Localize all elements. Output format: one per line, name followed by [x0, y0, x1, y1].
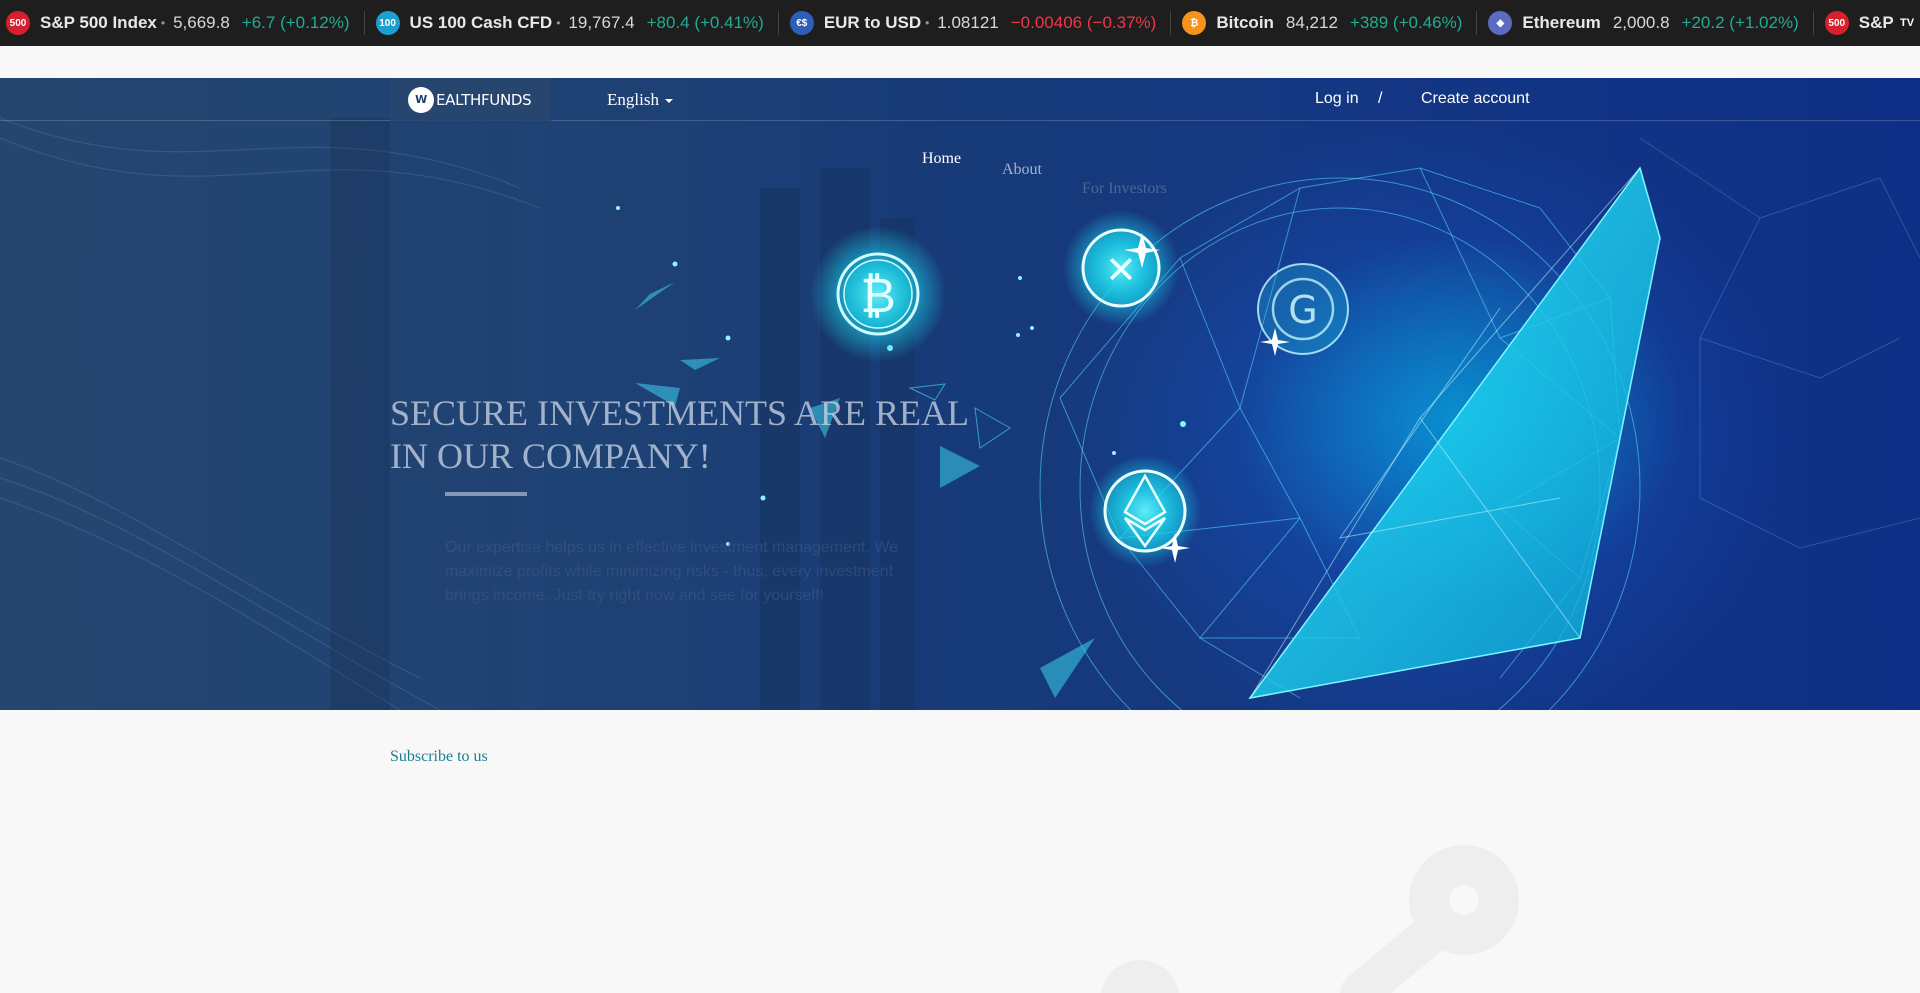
ethereum-coin-icon: [1089, 455, 1201, 567]
hero-headline-line1: SECURE INVESTMENTS ARE REAL: [390, 393, 970, 433]
ticker-symbol-icon: ₿: [1182, 11, 1207, 35]
ticker-change: +389 (+0.46%): [1349, 13, 1463, 32]
menu-item-home[interactable]: Home: [922, 150, 961, 168]
ticker-symbol-icon: 500: [1824, 11, 1849, 35]
language-label: English: [607, 90, 659, 109]
ticker-dot: •: [160, 16, 166, 30]
ticker-name: US 100 Cash CFD: [409, 13, 553, 32]
hero-headline: SECURE INVESTMENTS ARE REAL IN OUR COMPA…: [390, 392, 1010, 478]
ticker-symbol-icon: €$: [789, 11, 814, 35]
ripple-coin-icon: ✕: [1063, 210, 1179, 326]
ticker-dot: •: [925, 16, 930, 30]
language-dropdown[interactable]: English: [607, 90, 673, 110]
market-ticker-bar: 500 S&P 500 Index • 5,669.8 +6.7 (+0.12%) 100…: [0, 0, 1920, 46]
ticker-name: Ethereum: [1522, 13, 1601, 32]
auth-separator: /: [1378, 90, 1383, 107]
caret-down-icon: [664, 99, 673, 103]
ticker-change: +20.2 (+1.02%): [1681, 13, 1799, 32]
ticker-change: −0.00406 (−0.37%): [1010, 13, 1157, 32]
menu-item-about[interactable]: About: [1002, 161, 1042, 179]
login-link[interactable]: Log in: [1315, 90, 1359, 108]
top-navbar: W EALTHFUNDS English Log in / Create acc…: [0, 78, 1920, 121]
bitcoin-coin-icon: ₿: [810, 226, 946, 362]
ticker-dot: •: [556, 16, 561, 30]
svg-text:✕: ✕: [1105, 248, 1137, 292]
ticker-item[interactable]: 500 S&P 500 Index • 5,669.8 +6.7 (+0.12%): [0, 0, 370, 46]
ticker-price: 2,000.8: [1612, 13, 1670, 32]
hero-description: Our expertise helps us in effective inve…: [445, 539, 898, 604]
wealthfunds-logo-icon: W: [408, 86, 434, 113]
ticker-name: EUR to USD: [823, 13, 922, 32]
subscribe-link[interactable]: Subscribe to us: [390, 748, 488, 766]
ticker-item[interactable]: ₿ Bitcoin 84,212 +389 (+0.46%): [1170, 0, 1482, 46]
headline-underline: [445, 492, 527, 496]
svg-text:G: G: [1288, 288, 1317, 332]
menu-item-for-investors[interactable]: For Investors: [1082, 180, 1167, 198]
ticker-symbol-icon: ◆: [1488, 11, 1513, 35]
ticker-name: Bitcoin: [1216, 13, 1274, 32]
ticker-price: 84,212: [1285, 13, 1338, 32]
ticker-symbol-icon: 500: [6, 11, 30, 35]
ticker-item[interactable]: €$ EUR to USD • 1.08121 −0.00406 (−0.37%): [777, 0, 1177, 46]
hero-banner: ₿ ✕ G W EALTHFUNDS English Log in / Crea…: [0, 78, 1920, 710]
ticker-price: 19,767.4: [568, 13, 635, 32]
brand-name: EALTHFUNDS: [436, 90, 532, 109]
ticker-change: +80.4 (+0.41%): [646, 13, 764, 32]
ticker-change: +6.7 (+0.12%): [241, 13, 350, 32]
ticker-symbol-icon: 100: [375, 11, 400, 35]
ticker-name: S&P 500 Index: [40, 13, 157, 32]
decorative-search-icon: [1100, 845, 1519, 993]
ticker-price: 1.08121: [937, 13, 999, 32]
ticker-price: 5,669.8: [173, 13, 230, 32]
ticker-item[interactable]: 100 US 100 Cash CFD • 19,767.4 +80.4 (+0.41%…: [363, 0, 784, 46]
tradingview-badge-icon[interactable]: TV: [1894, 11, 1920, 35]
ticker-item[interactable]: ◆ Ethereum 2,000.8 +20.2 (+1.02%): [1476, 0, 1818, 46]
create-account-link[interactable]: Create account: [1421, 90, 1530, 108]
hero-headline-line2: IN OUR COMPANY!: [390, 436, 711, 476]
svg-text:₿: ₿: [860, 268, 896, 324]
brand-logo[interactable]: W EALTHFUNDS: [390, 78, 551, 121]
